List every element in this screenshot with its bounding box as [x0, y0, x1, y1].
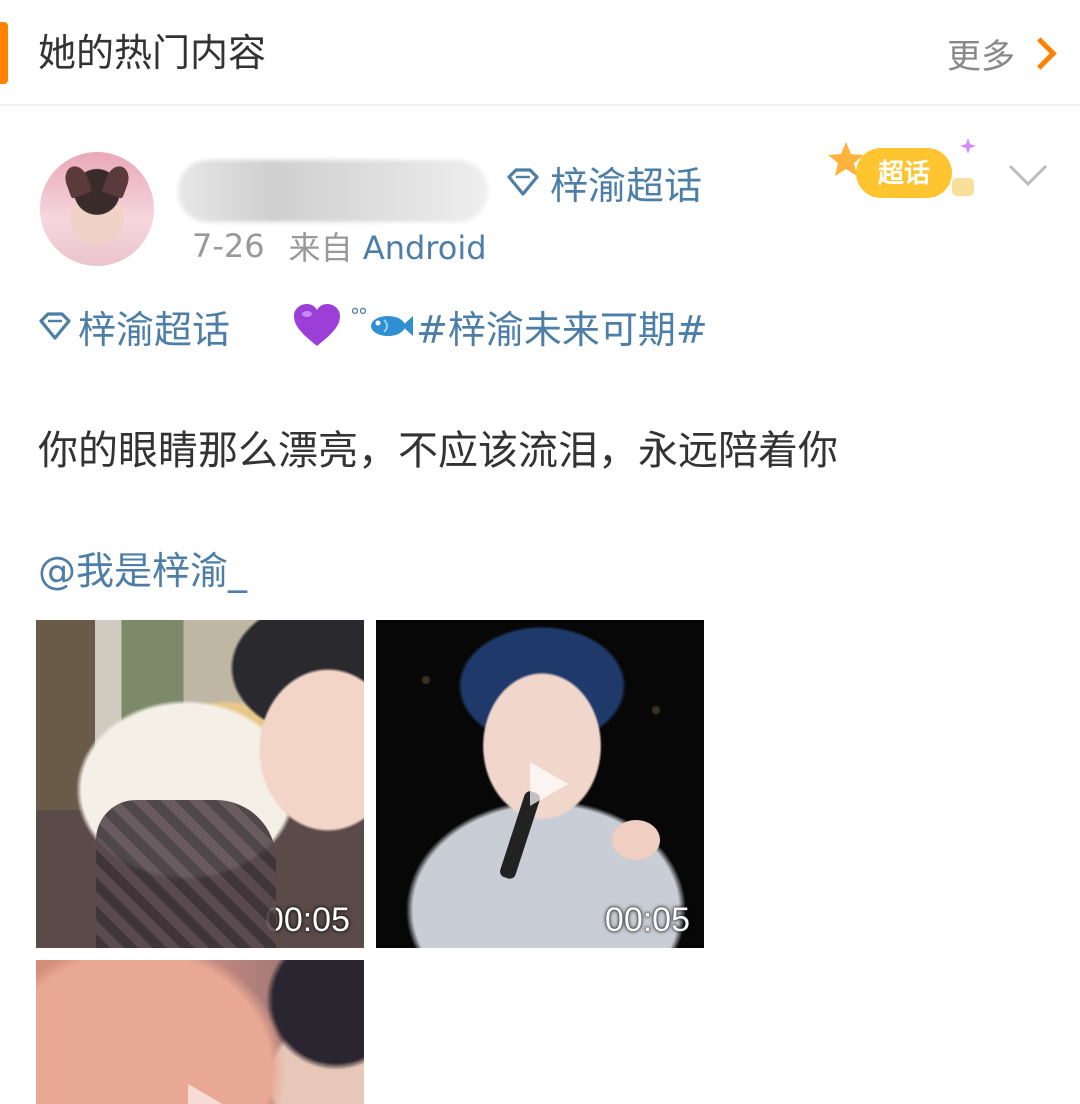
video-duration: 00:05	[264, 901, 350, 939]
source-prefix: 来自	[288, 229, 353, 267]
play-icon	[188, 1084, 223, 1104]
post-meta: 7-26 来自 Android	[192, 224, 487, 268]
inline-topic-link[interactable]: 梓渝超话	[78, 299, 230, 354]
badge-label: 超话	[878, 159, 930, 189]
hand	[612, 820, 660, 860]
post-date: 7-26	[192, 227, 265, 265]
chaohua-badge-icon[interactable]: 超话	[826, 132, 986, 212]
diamond-icon	[39, 312, 71, 340]
avatar[interactable]	[40, 152, 154, 266]
chevron-right-icon	[1024, 36, 1057, 70]
fish-icon	[371, 316, 414, 336]
video-thumbnail[interactable]: 00:05	[376, 620, 704, 948]
avatar-ear-left	[61, 163, 93, 199]
avatar-ear-right	[101, 163, 133, 199]
play-icon	[530, 762, 568, 806]
video-duration: 00:05	[604, 901, 690, 939]
chevron-down-icon[interactable]	[1006, 160, 1050, 190]
username-blurred[interactable]	[178, 160, 488, 222]
more-link[interactable]: 更多	[947, 28, 1060, 78]
section-title: 她的热门内容	[38, 31, 267, 75]
post-text: 你的眼睛那么漂亮，不应该流泪，永远陪着你	[38, 428, 838, 474]
more-label: 更多	[947, 36, 1015, 77]
tag-row: 梓渝超话 °° #梓渝未来可期#	[38, 298, 708, 354]
purple-heart-icon	[294, 304, 341, 346]
mention-link[interactable]: @我是梓渝_	[38, 546, 247, 596]
hashtag-link[interactable]: #梓渝未来可期#	[416, 299, 708, 354]
video-thumbnail[interactable]: 00:05	[36, 620, 364, 948]
topic-tag-label: 梓渝超话	[550, 163, 703, 208]
video-thumbnail[interactable]	[36, 960, 364, 1104]
header-accent-bar	[0, 22, 8, 84]
diamond-icon	[507, 168, 539, 196]
section-header: 她的热门内容 更多	[0, 0, 1080, 106]
bubbles-emoji: °°	[350, 304, 368, 328]
topic-tag[interactable]: 梓渝超话	[506, 156, 702, 208]
post-source[interactable]: Android	[363, 229, 487, 267]
